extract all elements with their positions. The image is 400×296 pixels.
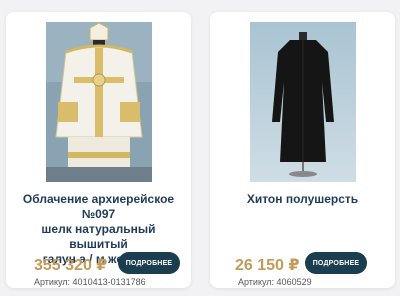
product-title-line: Облачение архиерейское №097 — [22, 192, 175, 221]
product-card[interactable]: Хитон полушерсть 26 150 ₽ ПОДРОБНЕЕ Арти… — [210, 12, 395, 288]
product-price: 26 150 ₽ — [235, 257, 300, 274]
details-button[interactable]: ПОДРОБНЕЕ — [118, 252, 180, 274]
product-title-line: шелк натуральный вышитый — [41, 222, 156, 251]
product-card[interactable]: Облачение архиерейское №097 шелк натурал… — [6, 12, 191, 288]
black-cassock-photo — [249, 22, 356, 182]
product-image[interactable] — [45, 22, 152, 182]
product-title[interactable]: Хитон полушерсть — [218, 192, 387, 207]
product-sku: Артикул: 4060529 — [238, 277, 312, 287]
product-title-line: Хитон полушерсть — [246, 192, 359, 206]
product-sku: Артикул: 4010413-0131786 — [34, 277, 146, 287]
product-price: 355 320 ₽ — [34, 257, 108, 274]
details-button[interactable]: ПОДРОБНЕЕ — [305, 252, 367, 274]
product-image[interactable] — [249, 22, 356, 182]
bishop-vestment-photo — [45, 22, 152, 182]
